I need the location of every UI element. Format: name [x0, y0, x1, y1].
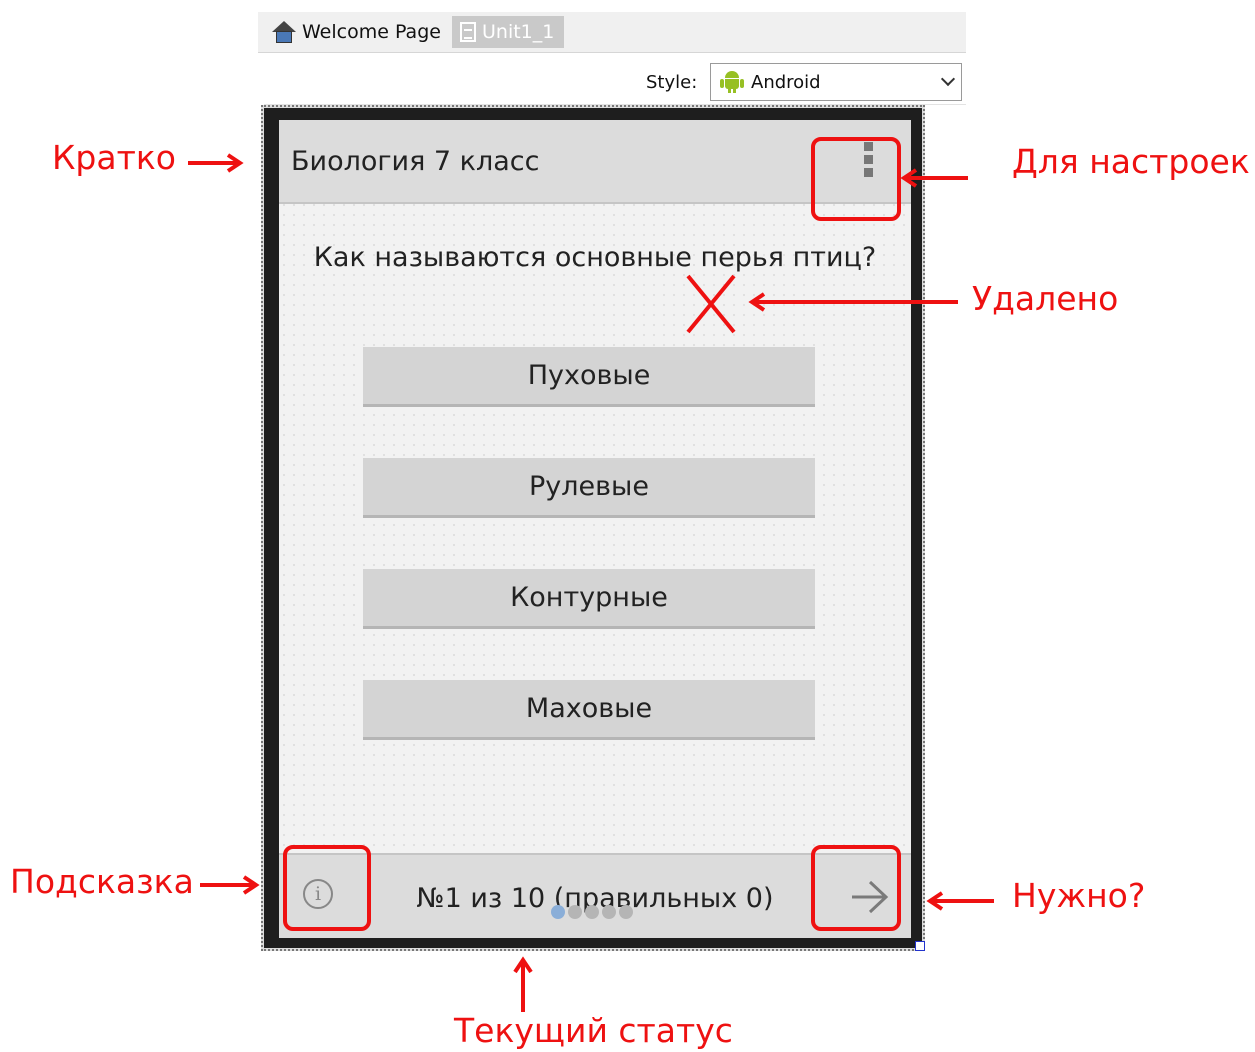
annotation-brief: Кратко	[52, 138, 176, 177]
annotation-status: Текущий статус	[454, 1011, 733, 1050]
annotation-settings: Для настроек	[1012, 142, 1250, 181]
annotation-removed: Удалено	[972, 279, 1119, 318]
annotation-hint: Подсказка	[10, 862, 194, 901]
annotation-needed: Нужно?	[1012, 876, 1146, 915]
